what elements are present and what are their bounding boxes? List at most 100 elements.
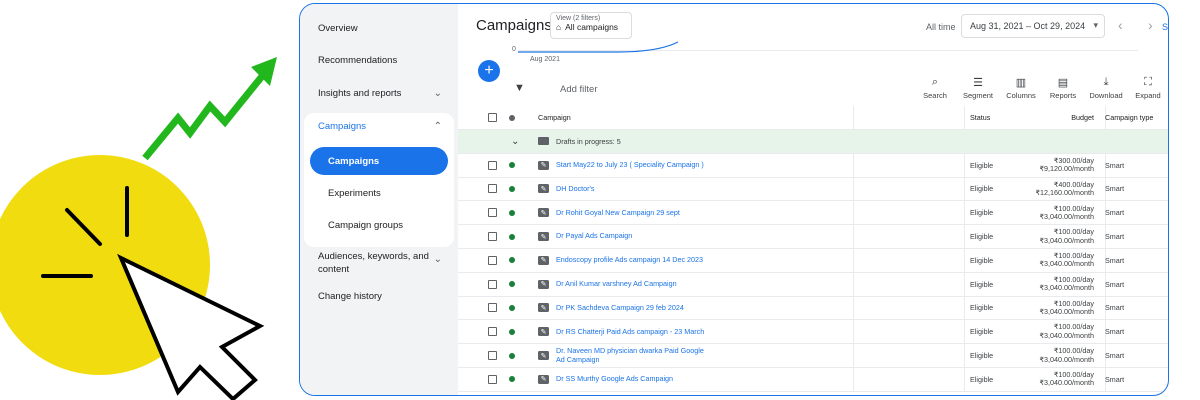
column-header-type[interactable]: Campaign type <box>1105 106 1157 129</box>
campaign-name-link[interactable]: Start May22 to July 23 ( Speciality Camp… <box>556 154 706 177</box>
view-filters-label: View (2 filters) <box>556 15 601 22</box>
view-selector[interactable]: View (2 filters) ⌂ All campaigns <box>550 12 632 39</box>
row-checkbox-cell <box>488 249 497 272</box>
table-row[interactable]: ✎ Dr. Naveen MD physician dwarka Paid Goo… <box>458 344 1168 368</box>
chart-start-date: Aug 2021 <box>530 56 560 63</box>
enabled-status-dot[interactable] <box>509 376 515 383</box>
column-header-status[interactable]: Status <box>970 106 990 129</box>
budget-per-month: ₹3,040.00/month <box>1039 283 1094 293</box>
enabled-status-dot[interactable] <box>509 162 515 169</box>
table-row[interactable]: ✎ Endoscopy profile Ads campaign 14 Dec 2… <box>458 249 1168 273</box>
row-checkbox[interactable] <box>488 374 497 384</box>
campaign-name-link[interactable]: DH Doctor's <box>556 178 706 201</box>
column-header-campaign[interactable]: Campaign <box>538 106 571 129</box>
sidebar-subitem-experiments[interactable]: Experiments <box>328 188 381 199</box>
table-row[interactable]: ✎ Dr Anil Kumar varshney Ad Campaign ₹100.… <box>458 273 1168 297</box>
status-dot-cell <box>509 201 515 224</box>
campaign-name-link[interactable]: Endoscopy profile Ads campaign 14 Dec 20… <box>556 249 706 272</box>
campaign-name-link[interactable]: Dr PK Sachdeva Campaign 29 feb 2024 <box>556 297 706 320</box>
edit-icon-cell: ✎ <box>538 225 549 248</box>
sidebar-nav: Overview Recommendations Insights and re… <box>300 4 458 395</box>
chevron-down-icon[interactable]: ⌄ <box>511 130 519 153</box>
toolbar-download-button[interactable]: ⤓ Download <box>1086 76 1126 100</box>
row-checkbox[interactable] <box>488 208 497 218</box>
table-row[interactable]: ✎ Dr SS Murthy Google Ads Campaign ₹100.00… <box>458 368 1168 392</box>
impressions-cell: 242,452 <box>1158 225 1168 248</box>
sidebar-item-insights[interactable]: Insights and reports ⌄ <box>306 88 452 99</box>
main-content: Campaigns View (2 filters) ⌂ All campaig… <box>458 4 1168 395</box>
status-cell: Eligible <box>970 327 994 337</box>
select-all-checkbox[interactable] <box>488 113 497 122</box>
sidebar-item-change-history[interactable]: Change history <box>306 291 452 302</box>
trend-arrow-icon <box>142 61 275 161</box>
sidebar-item-audiences[interactable]: Audiences, keywords, and content ⌄ <box>306 251 452 277</box>
status-dot-cell <box>509 249 515 272</box>
add-filter-button[interactable]: Add filter <box>560 84 598 95</box>
campaign-name-link[interactable]: Dr. Naveen MD physician dwarka Paid Goog… <box>556 344 706 367</box>
drafts-row[interactable]: ⌄ Drafts in progress: 5 <box>458 130 1168 154</box>
campaign-name-link[interactable]: Dr Rohit Goyal New Campaign 29 sept <box>556 201 706 224</box>
enabled-status-dot[interactable] <box>509 304 515 311</box>
download-icon: ⤓ <box>1103 76 1109 88</box>
table-row[interactable]: ✎ Start May22 to July 23 ( Speciality Cam… <box>458 154 1168 178</box>
row-checkbox[interactable] <box>488 303 497 313</box>
toolbar-reports-button[interactable]: ▤ Reports <box>1043 76 1083 100</box>
row-checkbox-cell <box>488 368 497 391</box>
status-cell: Eligible <box>970 184 994 194</box>
table-row[interactable]: ✎ DH Doctor's ₹400.00/day ₹12,160.00/month E… <box>458 178 1168 202</box>
table-row[interactable]: ✎ Dr PK Sachdeva Campaign 29 feb 2024 ₹100… <box>458 297 1168 321</box>
enabled-status-dot[interactable] <box>509 185 515 192</box>
table-row[interactable]: ✎ Dr Rohit Goyal New Campaign 29 sept ₹100… <box>458 201 1168 226</box>
status-dot-header <box>509 114 515 121</box>
enabled-status-dot[interactable] <box>509 281 515 288</box>
toolbar-segment-button[interactable]: ☰ Segment <box>958 76 998 100</box>
row-checkbox[interactable] <box>488 351 497 361</box>
campaign-name-link[interactable]: Dr Payal Ads Campaign <box>556 225 706 248</box>
row-checkbox[interactable] <box>488 327 497 337</box>
budget-per-month: ₹3,040.00/month <box>1039 259 1094 269</box>
row-checkbox[interactable] <box>488 255 497 265</box>
date-range-value: Aug 31, 2021 – Oct 29, 2024 <box>970 21 1086 31</box>
enabled-status-dot[interactable] <box>509 352 515 359</box>
sidebar-item-campaigns[interactable]: Campaigns ⌃ <box>306 121 452 132</box>
campaign-name-link[interactable]: Dr Anil Kumar varshney Ad Campaign <box>556 273 706 296</box>
budget-values: ₹100.00/day ₹3,040.00/month <box>1039 299 1094 317</box>
smart-campaign-icon: ✎ <box>538 232 549 242</box>
enabled-status-dot[interactable] <box>509 233 515 240</box>
campaign-type-cell: Smart <box>1105 184 1125 194</box>
sidebar-subitem-campaigns[interactable]: Campaigns <box>310 147 448 175</box>
edit-icon-cell: ✎ <box>538 320 549 343</box>
row-checkbox[interactable] <box>488 184 497 194</box>
impressions-cell: 437,933 <box>1158 320 1168 343</box>
campaign-name-link[interactable]: Dr SS Murthy Google Ads Campaign <box>556 368 706 391</box>
next-period-icon[interactable]: › <box>1148 17 1153 33</box>
toolbar-search-button[interactable]: ⌕ Search <box>915 76 955 100</box>
toolbar-label: Segment <box>962 91 994 100</box>
edit-icon-cell: ✎ <box>538 154 549 177</box>
sidebar-item-overview[interactable]: Overview <box>306 23 452 34</box>
budget-per-month: ₹3,040.00/month <box>1039 330 1094 340</box>
status-cell: Eligible <box>970 303 994 313</box>
enabled-status-dot[interactable] <box>509 257 515 264</box>
enabled-status-dot[interactable] <box>509 209 515 216</box>
filter-icon[interactable]: ▼ <box>514 82 525 94</box>
sidebar-subitem-campaign-groups[interactable]: Campaign groups <box>328 220 403 231</box>
table-row[interactable]: ✎ Dr RS Chatterji Paid Ads campaign - 23 … <box>458 320 1168 345</box>
truncated-link[interactable]: Si <box>1162 22 1168 32</box>
column-header-impr[interactable]: Impr. <box>1158 106 1168 129</box>
enabled-status-dot[interactable] <box>509 328 515 335</box>
row-checkbox[interactable] <box>488 279 497 289</box>
impressions-cell: 492,548 <box>1158 273 1168 296</box>
campaign-name-link[interactable]: Dr RS Chatterji Paid Ads campaign - 23 M… <box>556 320 706 343</box>
row-checkbox-cell <box>488 320 497 343</box>
toolbar-columns-button[interactable]: ▥ Columns <box>1001 76 1041 100</box>
row-checkbox[interactable] <box>488 232 497 242</box>
toolbar-expand-button[interactable]: ⛶ Expand <box>1128 76 1168 100</box>
sidebar-item-label: Campaigns <box>318 121 367 132</box>
table-row[interactable]: ✎ Dr Payal Ads Campaign ₹100.00/day ₹3,040.… <box>458 225 1168 249</box>
edit-icon-cell: ✎ <box>538 249 549 272</box>
date-range-picker[interactable]: Aug 31, 2021 – Oct 29, 2024 ▾ <box>961 14 1105 38</box>
row-checkbox[interactable] <box>488 160 497 170</box>
prev-period-icon[interactable]: ‹ <box>1118 17 1123 33</box>
sidebar-item-recommendations[interactable]: Recommendations <box>306 55 452 66</box>
